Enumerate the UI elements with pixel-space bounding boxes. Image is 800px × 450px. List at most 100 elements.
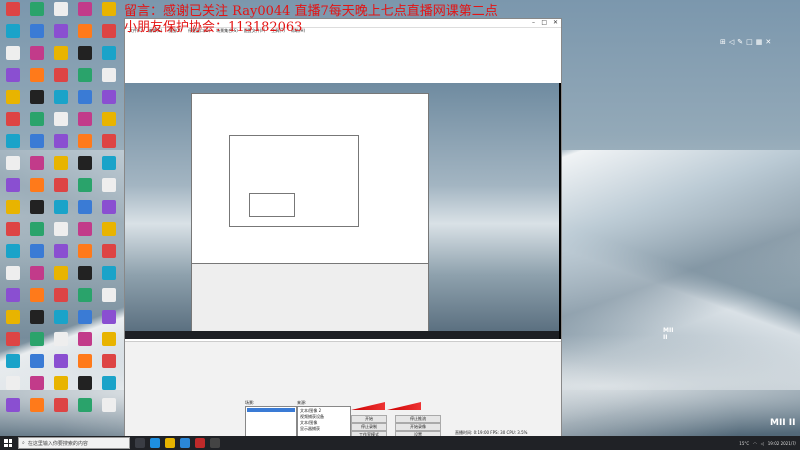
obs-window[interactable]: – □ ✕ 文件(F) 编辑(E) 视图(V) 停靠窗口(D) 场景集合(S) … [124, 18, 673, 439]
desktop-icon[interactable] [2, 134, 24, 149]
desktop-icon[interactable] [98, 134, 120, 149]
desktop-icon[interactable] [2, 24, 24, 39]
scenes-list[interactable] [245, 406, 297, 438]
desktop-icon[interactable] [26, 376, 48, 391]
desktop-icon[interactable] [50, 178, 72, 193]
desktop-icon[interactable] [98, 266, 120, 281]
desktop-icon[interactable] [50, 332, 72, 347]
desktop-icon[interactable] [74, 46, 96, 61]
desktop-icon[interactable] [26, 156, 48, 171]
desktop-icon[interactable] [74, 112, 96, 127]
desktop-icon[interactable] [50, 46, 72, 61]
desktop-icon[interactable] [26, 112, 48, 127]
desktop-icon[interactable] [98, 112, 120, 127]
desktop-icon[interactable] [50, 354, 72, 369]
desktop-icon[interactable] [50, 90, 72, 105]
minimize-icon[interactable]: – [532, 19, 535, 26]
desktop-icon[interactable] [2, 156, 24, 171]
desktop-icon[interactable] [26, 244, 48, 259]
desktop-icon[interactable] [74, 244, 96, 259]
desktop-icon[interactable] [98, 178, 120, 193]
desktop-icon[interactable] [26, 24, 48, 39]
desktop-icon[interactable] [50, 288, 72, 303]
desktop-icon[interactable] [50, 398, 72, 413]
grid2-icon[interactable]: ▦ [756, 38, 763, 46]
desktop-icon[interactable] [26, 90, 48, 105]
desktop-icon[interactable] [74, 68, 96, 83]
desktop-icon[interactable] [50, 68, 72, 83]
desktop-icon[interactable] [98, 2, 120, 17]
grid-icon[interactable]: ⊞ [720, 38, 726, 46]
source-item[interactable]: 显示器捕获 [300, 426, 320, 432]
volume-meter[interactable] [387, 402, 421, 410]
scene-item-selected[interactable] [247, 408, 295, 412]
desktop-icon[interactable] [50, 266, 72, 281]
wifi-icon[interactable]: ◠ [753, 441, 757, 446]
desktop-icon[interactable] [98, 68, 120, 83]
stop-stream-button[interactable]: 停止推流 [395, 415, 441, 423]
desktop-icon[interactable] [26, 68, 48, 83]
app-icon[interactable] [195, 438, 205, 448]
desktop-icon[interactable] [74, 376, 96, 391]
desktop-icon[interactable] [2, 90, 24, 105]
maximize-icon[interactable]: □ [541, 19, 547, 26]
desktop-icon[interactable] [26, 310, 48, 325]
square-icon[interactable]: □ [746, 38, 753, 46]
desktop-icon[interactable] [98, 46, 120, 61]
desktop-icon[interactable] [26, 332, 48, 347]
desktop-icon[interactable] [74, 200, 96, 215]
desktop-icon[interactable] [26, 222, 48, 237]
weather-temp[interactable]: 15°C [739, 441, 749, 446]
desktop-icon[interactable] [2, 354, 24, 369]
desktop-icon[interactable] [98, 24, 120, 39]
pen-icon[interactable]: ✎ [737, 38, 743, 46]
floating-toolbar[interactable]: ⊞ ◁ ✎ □ ▦ ✕ [720, 38, 771, 46]
sources-list[interactable]: 文本/图像 2 视频捕获设备 文本/图像 显示器捕获 [297, 406, 351, 438]
desktop-icon[interactable] [2, 68, 24, 83]
desktop-icon[interactable] [2, 46, 24, 61]
desktop-icon[interactable] [74, 332, 96, 347]
desktop-icon[interactable] [2, 332, 24, 347]
desktop-icon[interactable] [26, 200, 48, 215]
desktop-icon[interactable] [50, 310, 72, 325]
desktop-icon[interactable] [74, 222, 96, 237]
close-icon[interactable]: ✕ [765, 38, 771, 46]
desktop-icon[interactable] [2, 288, 24, 303]
desktop-icon[interactable] [50, 376, 72, 391]
desktop-icon[interactable] [26, 2, 48, 17]
desktop-icon[interactable] [98, 244, 120, 259]
desktop-icon[interactable] [26, 178, 48, 193]
clock[interactable]: 19:02 2021/7/ [768, 441, 796, 446]
desktop-icon[interactable] [50, 222, 72, 237]
desktop-icon[interactable] [98, 200, 120, 215]
desktop-icon[interactable] [98, 288, 120, 303]
desktop-icon[interactable] [50, 156, 72, 171]
close-icon[interactable]: ✕ [553, 19, 558, 26]
desktop-icon[interactable] [50, 24, 72, 39]
desktop-icon[interactable] [2, 178, 24, 193]
start-button[interactable]: 开始 [351, 415, 387, 423]
start-record-button[interactable]: 开始录像 [395, 423, 441, 431]
volume-meter[interactable] [351, 402, 385, 410]
desktop-icon[interactable] [26, 288, 48, 303]
desktop-icon[interactable] [2, 266, 24, 281]
desktop-icon[interactable] [2, 200, 24, 215]
desktop-icon[interactable] [50, 244, 72, 259]
desktop-icon[interactable] [98, 90, 120, 105]
desktop-icon[interactable] [26, 134, 48, 149]
desktop-icon[interactable] [98, 222, 120, 237]
desktop-icon[interactable] [2, 2, 24, 17]
desktop-icon[interactable] [26, 398, 48, 413]
desktop-icon[interactable] [50, 200, 72, 215]
desktop-icon[interactable] [74, 2, 96, 17]
back-icon[interactable]: ◁ [729, 38, 734, 46]
task-view-icon[interactable] [135, 438, 145, 448]
obs-icon[interactable] [210, 438, 220, 448]
desktop-icon[interactable] [74, 90, 96, 105]
desktop-icon[interactable] [2, 244, 24, 259]
desktop-icon[interactable] [74, 156, 96, 171]
desktop-icon[interactable] [74, 398, 96, 413]
folder-icon[interactable] [165, 438, 175, 448]
desktop-icon[interactable] [74, 24, 96, 39]
desktop-icon[interactable] [2, 398, 24, 413]
